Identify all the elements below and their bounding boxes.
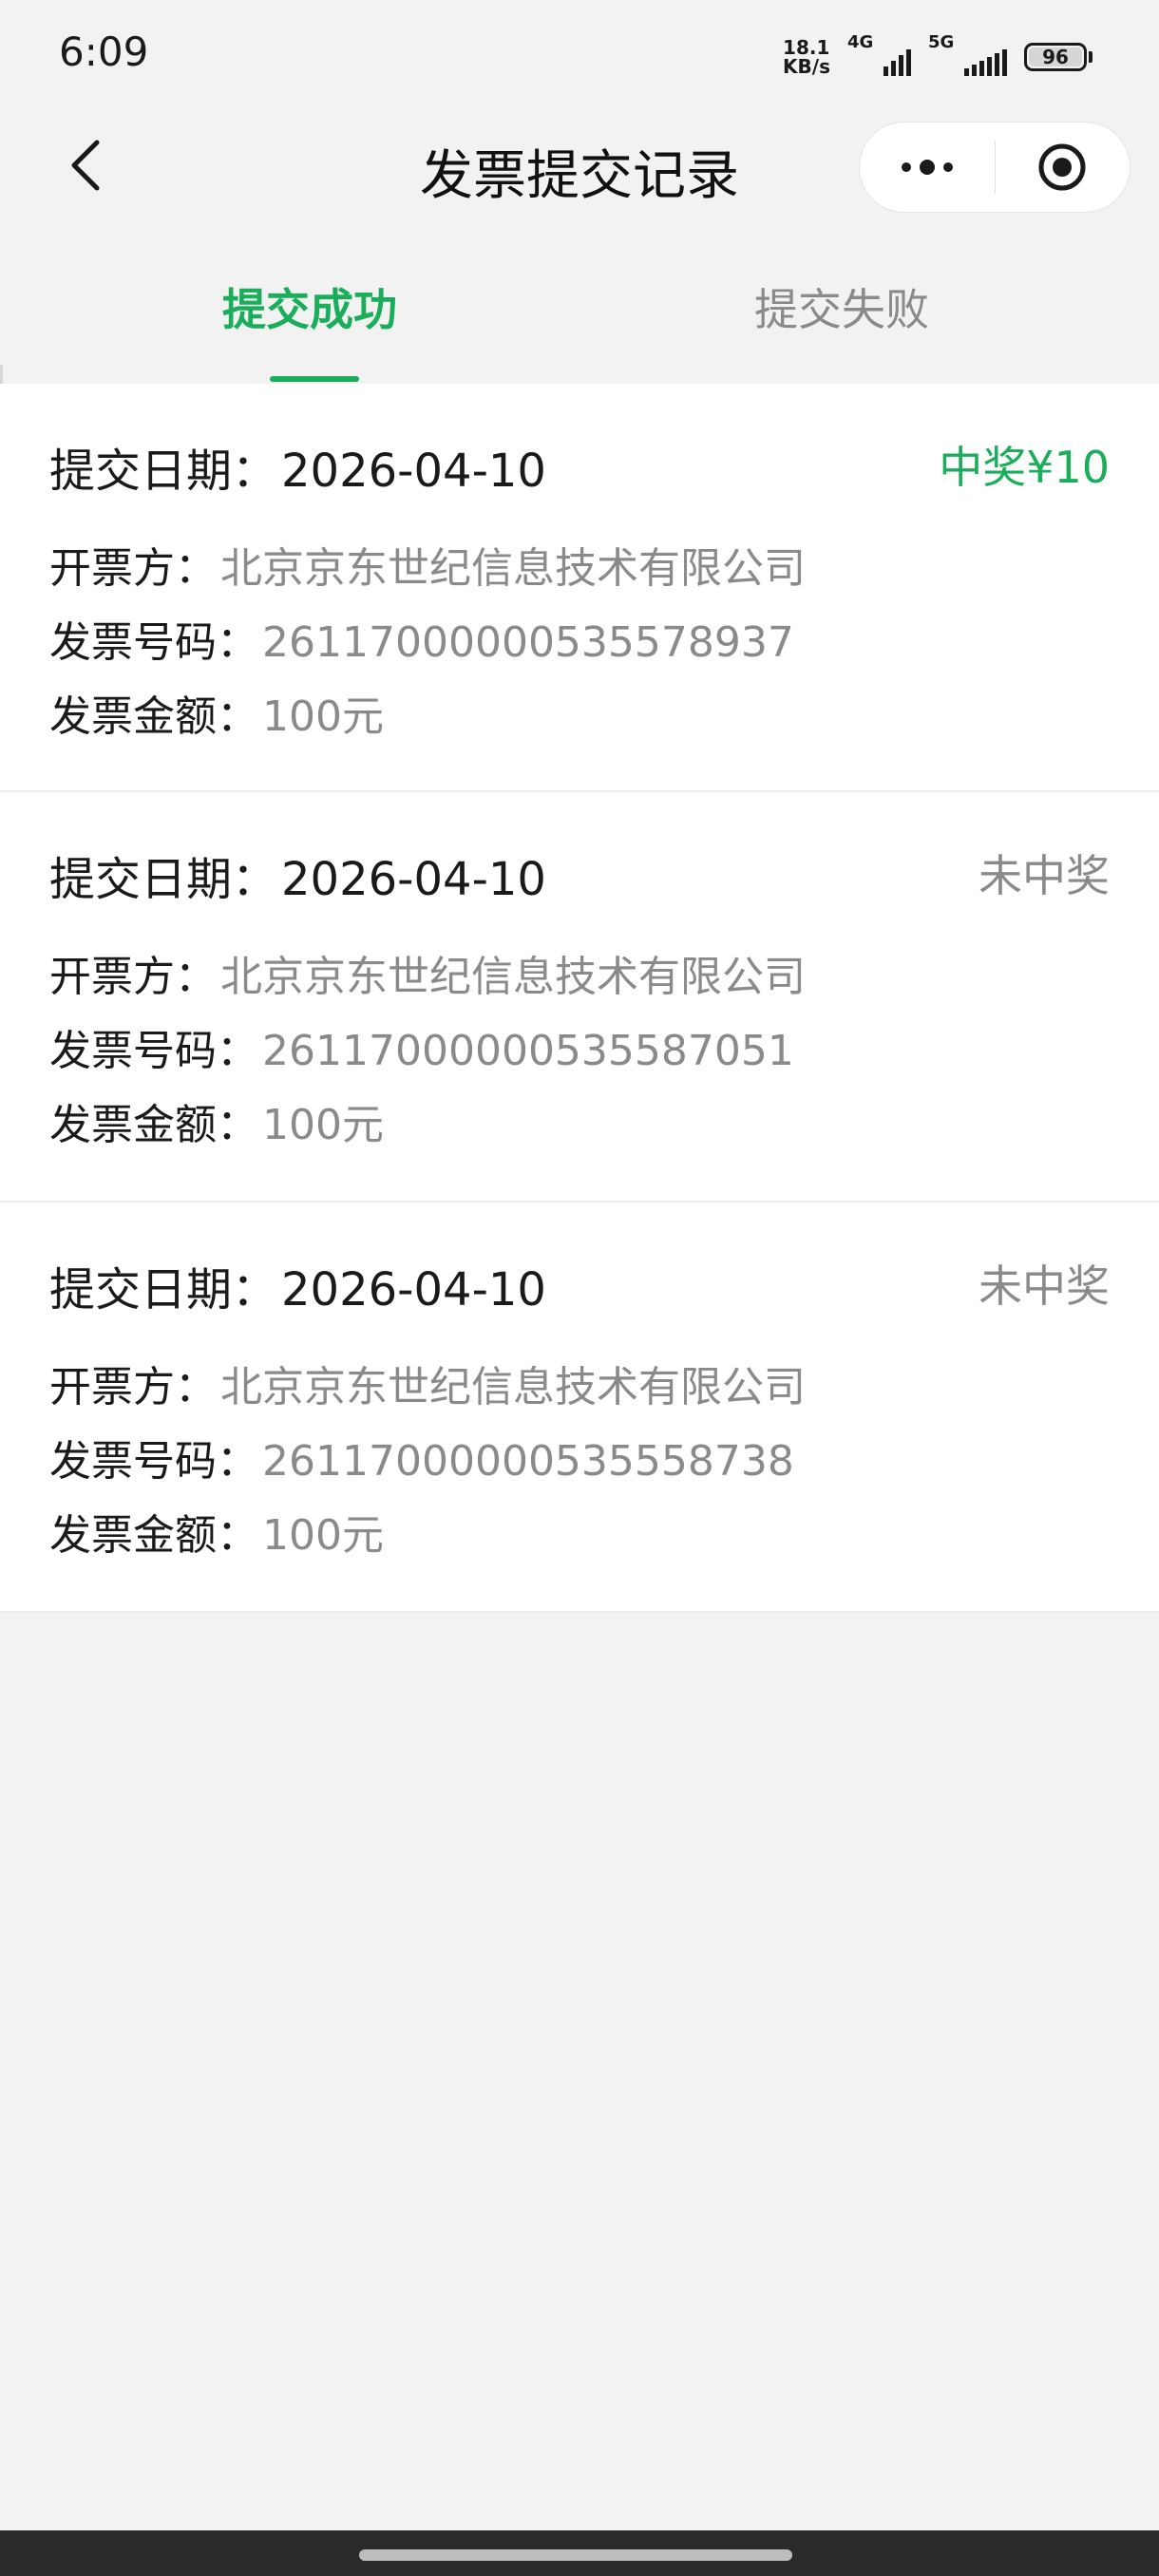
target-circle-icon [1038,143,1086,191]
date-label: 提交日期： [49,1263,278,1316]
date-value: 2026-04-10 [281,853,546,906]
issuer-value: 北京京东世纪信息技术有限公司 [220,953,806,1001]
home-gesture-handle[interactable] [359,2549,792,2561]
chevron-left-icon [71,140,100,191]
nav-bar: 发票提交记录 [0,114,1159,220]
more-dots-icon [901,160,953,175]
issuer-label: 开票方： [49,953,217,1001]
issuer-value: 北京京东世纪信息技术有限公司 [220,1363,806,1411]
invoice-amount-label: 发票金额： [49,1511,258,1560]
tab-submit-success[interactable]: 提交成功 [222,275,397,338]
invoice-amount-label: 发票金额： [49,692,258,741]
prize-status: 未中奖 [978,850,1110,901]
invoice-amount-value: 100元 [262,1511,384,1560]
issuer-label: 开票方： [49,1363,217,1411]
prize-status: 中奖¥10 [939,442,1110,493]
sim2-network-type: 5G [928,32,955,52]
tab-submit-failed[interactable]: 提交失败 [754,275,929,338]
network-speed: 18.1 KB/s [783,38,830,76]
record-date-row: 提交日期： 2026-04-10 [49,842,546,908]
active-tab-indicator [270,376,359,382]
sim1-signal-icon: 4G [847,32,911,76]
network-speed-value: 18.1 [783,36,830,59]
record-card[interactable]: 提交日期： 2026-04-10 未中奖 开票方： 北京京东世纪信息技术有限公司… [0,792,1159,1203]
battery-level: 96 [1042,46,1069,68]
invoice-number-label: 发票号码： [49,1027,258,1075]
sim2-signal-icon: 5G [928,32,1007,76]
invoice-amount-row: 发票金额： 100元 [49,682,384,743]
date-label: 提交日期： [49,445,278,498]
invoice-amount-label: 发票金额： [49,1101,258,1149]
issuer-row: 开票方： 北京京东世纪信息技术有限公司 [49,534,806,595]
status-time: 6:09 [59,28,149,75]
date-value: 2026-04-10 [281,445,546,498]
issuer-row: 开票方： 北京京东世纪信息技术有限公司 [49,942,806,1003]
invoice-number-value: 26117000000535578937 [262,618,794,667]
status-bar: 6:09 18.1 KB/s 4G 5G 96 [0,0,1159,114]
more-button[interactable] [860,123,995,212]
status-icons: 18.1 KB/s 4G 5G 96 [783,32,1092,80]
sim1-network-type: 4G [847,32,874,52]
invoice-number-row: 发票号码： 26117000000535558738 [49,1427,794,1487]
system-navigation-bar [0,2530,1159,2576]
invoice-number-row: 发票号码： 26117000000535587051 [49,1016,794,1077]
battery-icon: 96 [1024,43,1092,71]
record-date-row: 提交日期： 2026-04-10 [49,433,546,500]
prize-status: 未中奖 [978,1260,1110,1312]
record-date-row: 提交日期： 2026-04-10 [49,1252,546,1318]
invoice-amount-value: 100元 [262,1101,384,1149]
issuer-label: 开票方： [49,544,217,593]
back-button[interactable] [55,135,116,196]
invoice-amount-row: 发票金额： 100元 [49,1501,384,1562]
record-card[interactable]: 提交日期： 2026-04-10 中奖¥10 开票方： 北京京东世纪信息技术有限… [0,384,1159,792]
invoice-amount-row: 发票金额： 100元 [49,1090,384,1151]
mini-program-capsule [859,122,1130,213]
issuer-value: 北京京东世纪信息技术有限公司 [220,544,806,593]
invoice-number-row: 发票号码： 26117000000535578937 [49,608,794,669]
invoice-amount-value: 100元 [262,692,384,741]
invoice-number-label: 发票号码： [49,1437,258,1486]
tab-bar: 提交成功 提交失败 [0,255,1159,384]
record-card[interactable]: 提交日期： 2026-04-10 未中奖 开票方： 北京京东世纪信息技术有限公司… [0,1203,1159,1613]
invoice-number-label: 发票号码： [49,618,258,667]
date-value: 2026-04-10 [281,1263,546,1316]
network-speed-unit: KB/s [783,55,830,78]
invoice-number-value: 26117000000535558738 [262,1437,794,1486]
record-list: 提交日期： 2026-04-10 中奖¥10 开票方： 北京京东世纪信息技术有限… [0,384,1159,1613]
close-mini-program-button[interactable] [996,123,1130,212]
invoice-number-value: 26117000000535587051 [262,1027,794,1075]
date-label: 提交日期： [49,853,278,906]
issuer-row: 开票方： 北京京东世纪信息技术有限公司 [49,1353,806,1413]
